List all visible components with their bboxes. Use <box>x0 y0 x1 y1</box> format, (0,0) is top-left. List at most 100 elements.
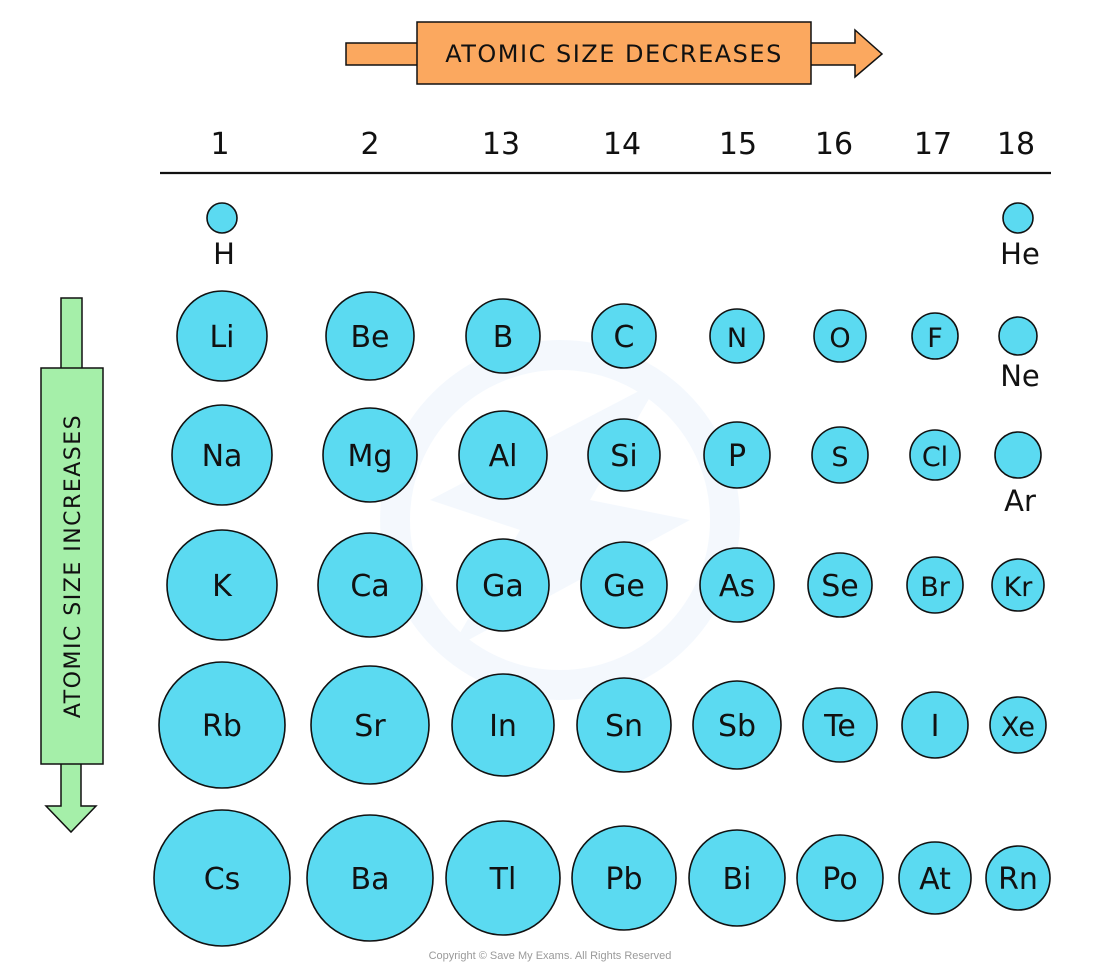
top-arrow-tail <box>345 42 419 66</box>
atomic-size-diagram: ATOMIC SIZE DECREASES ATOMIC SIZE INCREA… <box>40 21 1051 947</box>
side-arrow-label: ATOMIC SIZE INCREASES <box>61 414 86 718</box>
atom-na: Na <box>171 404 273 506</box>
group-header-17: 17 <box>914 127 952 162</box>
atom-ne: Ne <box>998 316 1040 393</box>
atom-symbol-xe: Xe <box>1001 712 1035 743</box>
atom-al: Al <box>458 410 548 500</box>
atom-symbol-cl: Cl <box>922 442 948 473</box>
atom-xe: Xe <box>989 696 1047 754</box>
atom-symbol-sb: Sb <box>718 709 756 744</box>
atom-symbol-rn: Rn <box>998 862 1038 897</box>
atom-symbol-na: Na <box>202 439 243 474</box>
atom-symbol-bi: Bi <box>723 862 752 897</box>
atom-mg: Mg <box>322 407 418 503</box>
atomic-size-decreases-arrow: ATOMIC SIZE DECREASES <box>345 21 884 85</box>
atom-symbol-tl: Tl <box>489 862 517 897</box>
group-header-14: 14 <box>603 127 641 162</box>
atom-circle-h <box>206 202 238 234</box>
atom-symbol-ca: Ca <box>350 569 389 604</box>
atom-ar: Ar <box>994 431 1042 518</box>
atom-at: At <box>898 841 972 915</box>
atom-symbol-sn: Sn <box>605 709 643 744</box>
atom-ga: Ga <box>456 538 550 632</box>
atom-symbol-te: Te <box>823 709 856 744</box>
atom-h: H <box>206 202 238 271</box>
atom-p: P <box>703 421 771 489</box>
atom-symbol-at: At <box>919 862 951 897</box>
atom-symbol-n: N <box>727 323 747 354</box>
atom-sr: Sr <box>310 665 430 785</box>
atom-grid: H He Li Be B C N O F Ne Na Mg Al Si P S Cl Ar K Ca Ga Ge As Se B… <box>153 202 1051 947</box>
atom-symbol-mg: Mg <box>348 439 393 474</box>
atom-symbol-o: O <box>829 323 850 354</box>
atom-pb: Pb <box>571 825 677 931</box>
atom-symbol-h: H <box>213 237 235 271</box>
atom-br: Br <box>906 556 964 614</box>
atom-ge: Ge <box>580 541 668 629</box>
atom-symbol-li: Li <box>209 320 234 355</box>
group-header-13: 13 <box>482 127 520 162</box>
atom-s: S <box>811 426 869 484</box>
watermark-logo-icon <box>380 340 740 700</box>
atom-cl: Cl <box>909 429 961 481</box>
atom-symbol-rb: Rb <box>202 709 242 744</box>
top-arrow-head-icon <box>809 28 884 79</box>
atom-k: K <box>166 529 278 641</box>
atom-symbol-p: P <box>728 439 746 474</box>
atom-sb: Sb <box>692 680 782 770</box>
atom-be: Be <box>325 291 415 381</box>
group-header-row: 1 2 13 14 15 16 17 18 <box>210 127 1035 162</box>
atom-bi: Bi <box>688 829 786 927</box>
atom-ca: Ca <box>317 532 423 638</box>
group-header-18: 18 <box>997 127 1035 162</box>
atom-symbol-cs: Cs <box>204 862 241 897</box>
atom-symbol-c: C <box>614 320 635 355</box>
group-header-1: 1 <box>210 127 229 162</box>
atomic-size-increases-arrow: ATOMIC SIZE INCREASES <box>40 297 104 834</box>
atom-c: C <box>591 303 657 369</box>
atom-symbol-as: As <box>719 569 755 604</box>
atom-symbol-ge: Ge <box>603 569 645 604</box>
atom-i: I <box>901 691 969 759</box>
atom-symbol-in: In <box>489 709 517 744</box>
atom-symbol-se: Se <box>821 569 859 604</box>
atom-te: Te <box>802 687 878 763</box>
group-header-16: 16 <box>815 127 853 162</box>
atom-symbol-i: I <box>931 709 940 744</box>
atom-kr: Kr <box>991 558 1045 612</box>
atom-po: Po <box>796 834 884 922</box>
atom-li: Li <box>176 290 268 382</box>
atom-si: Si <box>587 418 661 492</box>
atom-b: B <box>465 298 541 374</box>
atom-ba: Ba <box>306 814 434 942</box>
atom-symbol-pb: Pb <box>605 862 642 897</box>
atom-symbol-si: Si <box>610 439 637 474</box>
atom-f: F <box>911 312 959 360</box>
top-arrow-label: ATOMIC SIZE DECREASES <box>445 40 783 68</box>
atom-rb: Rb <box>158 661 286 789</box>
atom-circle-ar <box>994 431 1042 479</box>
atom-circle-he <box>1002 202 1034 234</box>
group-header-15: 15 <box>719 127 757 162</box>
atom-sn: Sn <box>576 677 672 773</box>
atom-symbol-ba: Ba <box>351 862 390 897</box>
atom-symbol-f: F <box>927 323 943 354</box>
atom-symbol-he: He <box>1000 237 1040 271</box>
atom-rn: Rn <box>985 845 1051 911</box>
side-arrow-tail <box>60 297 83 371</box>
copyright-notice: Copyright © Save My Exams. All Rights Re… <box>428 950 672 962</box>
atom-as: As <box>699 547 775 623</box>
atom-symbol-be: Be <box>350 320 389 355</box>
atom-symbol-po: Po <box>822 862 857 897</box>
atom-he: He <box>1000 202 1040 271</box>
side-arrow-head-icon <box>44 761 98 834</box>
group-header-2: 2 <box>360 127 379 162</box>
atom-symbol-br: Br <box>920 572 951 603</box>
atom-symbol-al: Al <box>489 439 518 474</box>
atom-symbol-ne: Ne <box>1000 359 1040 393</box>
atom-se: Se <box>807 552 873 618</box>
atom-symbol-sr: Sr <box>354 709 386 744</box>
atom-symbol-s: S <box>831 442 848 473</box>
atom-symbol-k: K <box>212 569 233 604</box>
atom-cs: Cs <box>153 809 291 947</box>
